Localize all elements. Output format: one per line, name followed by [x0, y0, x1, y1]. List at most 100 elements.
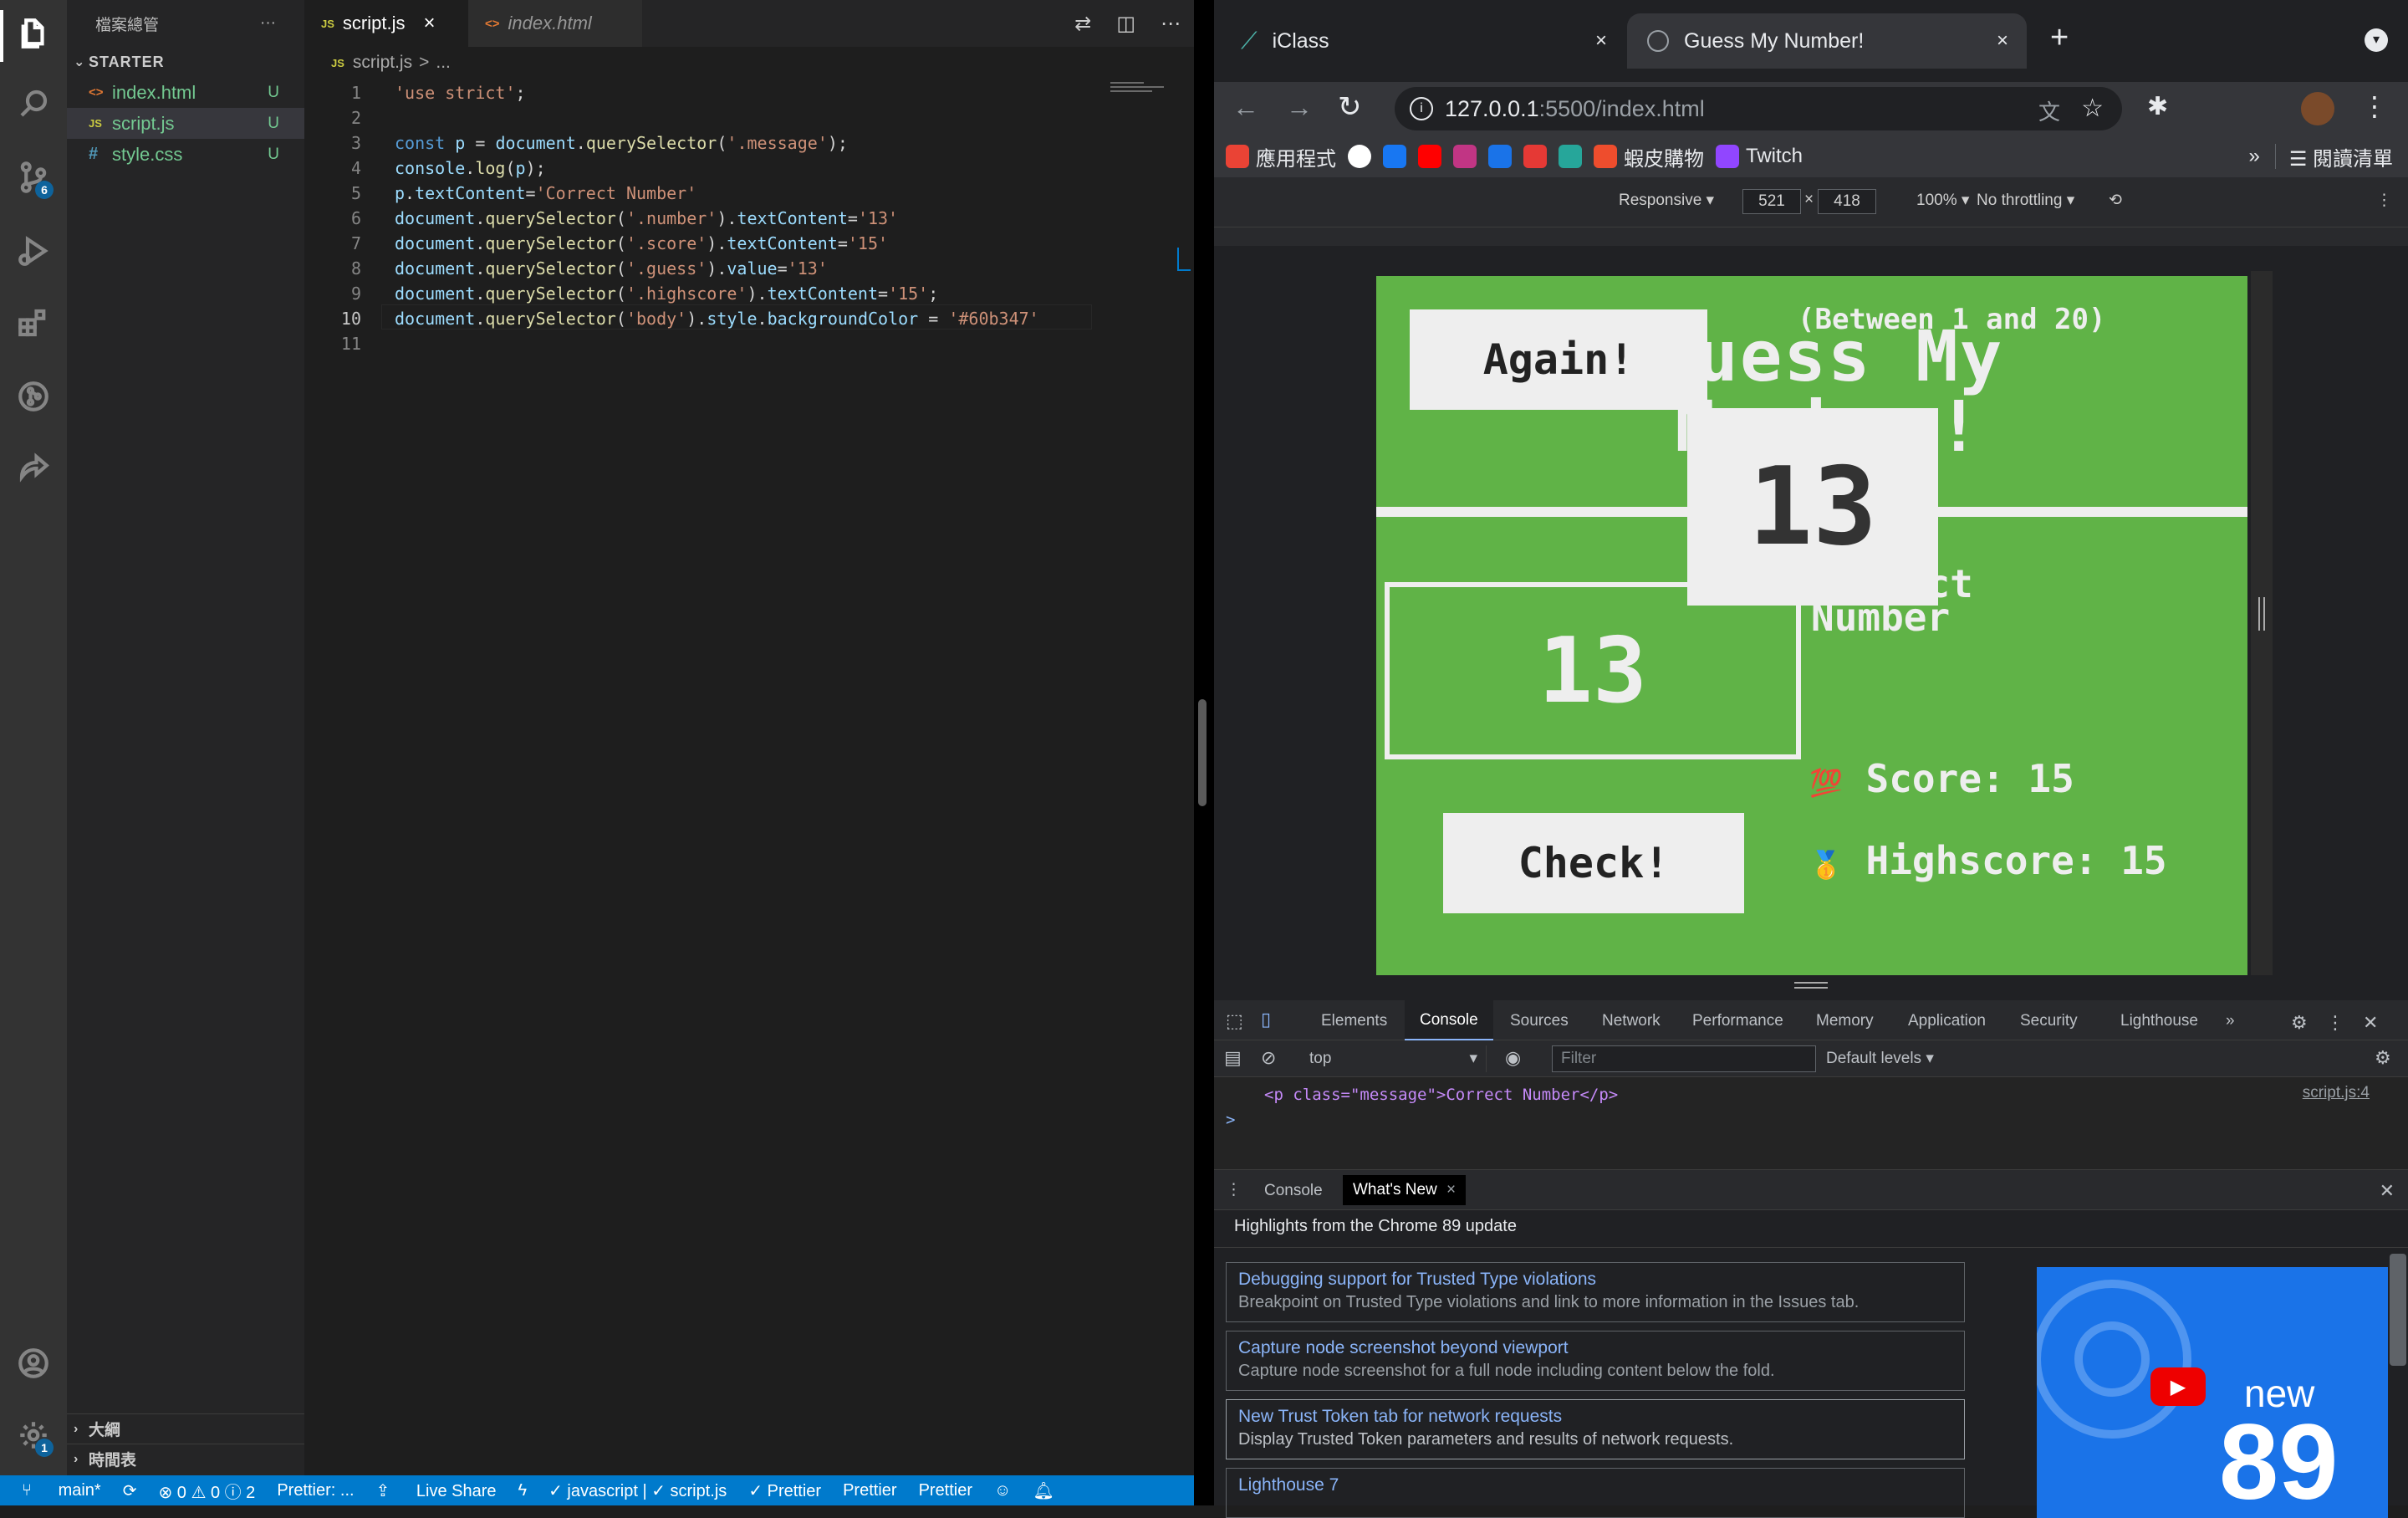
viewport-width-input[interactable]: 521 — [1742, 189, 1801, 214]
code-line[interactable]: console.log(p); — [395, 156, 546, 181]
file-style-css[interactable]: # style.css U — [67, 139, 304, 170]
breadcrumb-rest[interactable]: ... — [436, 53, 451, 73]
bookmark-item[interactable] — [1383, 145, 1406, 168]
branch-item[interactable]: ⑂ main* — [22, 1481, 101, 1500]
run-debug-icon[interactable] — [15, 233, 52, 269]
console-settings-gear-icon[interactable]: ⚙ — [2375, 1047, 2391, 1069]
address-bar[interactable]: i 127.0.0.1:5500/index.html 文 ☆ — [1395, 87, 2122, 130]
settings-gear-icon[interactable]: 1 — [15, 1417, 54, 1457]
git-graph-icon[interactable] — [15, 378, 52, 415]
compare-changes-icon[interactable]: ⇄ — [1074, 12, 1091, 36]
code-line[interactable]: document.querySelector('.highscore').tex… — [395, 281, 938, 306]
bookmark-item[interactable]: 蝦皮購物 — [1594, 142, 1704, 171]
drawer-close-icon[interactable]: ✕ — [2380, 1180, 2395, 1202]
log-levels-select[interactable]: Default levels ▾ — [1826, 1049, 1934, 1068]
chrome-89-promo-image[interactable]: ▶ new 89 — [2037, 1267, 2388, 1518]
devtools-menu-icon[interactable]: ⋮ — [2326, 1012, 2344, 1034]
bookmark-item[interactable] — [1348, 145, 1371, 168]
viewport-resize-handle-right[interactable] — [2251, 271, 2273, 975]
tab-elements[interactable]: Elements — [1321, 1012, 1387, 1030]
tab-security[interactable]: Security — [2020, 1012, 2078, 1030]
tab-script-js[interactable]: JS script.js × — [304, 0, 468, 47]
bookmark-item[interactable] — [1453, 145, 1477, 168]
tab-application[interactable]: Application — [1908, 1012, 1986, 1030]
extensions-puzzle-icon[interactable]: ✱ — [2147, 92, 2168, 121]
scrollbar-thumb[interactable] — [1198, 699, 1207, 806]
bookmark-item[interactable] — [1418, 145, 1441, 168]
browser-tab-iclass[interactable]: ⟋ iClass × — [1221, 13, 1625, 69]
bookmark-item[interactable]: 應用程式 — [1226, 142, 1336, 171]
extensions-icon[interactable] — [15, 304, 52, 341]
device-more-icon[interactable]: ⋮ — [2376, 191, 2392, 210]
tab-console[interactable]: Console — [1405, 1000, 1493, 1040]
zoom-select[interactable]: 100% ▾ — [1916, 191, 1969, 210]
bookmark-item[interactable] — [1488, 145, 1512, 168]
live-share-button[interactable]: ⇪ Live Share — [376, 1480, 497, 1501]
info-icon[interactable]: i — [1410, 97, 1433, 120]
bookmark-item[interactable] — [1523, 145, 1547, 168]
translate-icon[interactable]: 文 — [2038, 95, 2060, 126]
reload-icon[interactable]: ↻ — [1338, 90, 1362, 124]
split-editor-icon[interactable]: ◫ — [1116, 12, 1135, 36]
prettier-status-4[interactable]: Prettier — [919, 1481, 972, 1500]
browser-tab-guess[interactable]: Guess My Number! × — [1627, 13, 2027, 69]
bookmarks-more[interactable]: » — [2248, 145, 2259, 168]
eye-icon[interactable]: ◉ — [1505, 1047, 1521, 1069]
tab-memory[interactable]: Memory — [1816, 1012, 1874, 1030]
bookmark-item[interactable] — [1559, 145, 1582, 168]
sync-icon[interactable]: ⟳ — [123, 1480, 137, 1501]
throttling-select[interactable]: No throttling ▾ — [1977, 191, 2074, 210]
feedback-icon[interactable]: ☺ — [994, 1481, 1011, 1500]
again-button[interactable]: Again! — [1410, 309, 1707, 410]
prettier-status-3[interactable]: Prettier — [843, 1481, 896, 1500]
item-title[interactable]: Capture node screenshot beyond viewport — [1238, 1338, 1952, 1358]
console-prompt[interactable]: > — [1226, 1111, 1235, 1129]
whats-new-item[interactable]: New Trust Token tab for network requests… — [1226, 1399, 1965, 1459]
device-toggle-icon[interactable]: ▯ — [1261, 1009, 1271, 1030]
breadcrumb-file[interactable]: script.js — [353, 53, 412, 73]
prettier-status-1[interactable]: Prettier: ... — [277, 1481, 354, 1500]
item-title[interactable]: Lighthouse 7 — [1238, 1475, 1952, 1495]
bookmark-item[interactable]: Twitch — [1716, 145, 1803, 168]
tab-network[interactable]: Network — [1602, 1012, 1661, 1030]
outline-section[interactable]: › 大綱 — [67, 1413, 304, 1444]
sidebar-toggle-icon[interactable]: ▤ — [1224, 1047, 1242, 1069]
log-entry[interactable]: <p class="message">Correct Number</p> — [1264, 1086, 1618, 1104]
filter-input[interactable]: Filter — [1552, 1045, 1816, 1072]
log-source-link[interactable]: script.js:4 — [2303, 1084, 2370, 1102]
item-title[interactable]: New Trust Token tab for network requests — [1238, 1407, 1952, 1427]
devtools-close-icon[interactable]: ✕ — [2363, 1012, 2378, 1034]
whats-new-item[interactable]: Lighthouse 7 — [1226, 1468, 1965, 1518]
close-icon[interactable]: × — [1997, 29, 2008, 53]
explorer-more-button[interactable]: ··· — [260, 14, 276, 33]
chrome-menu-icon[interactable]: ⋮ — [2361, 90, 2388, 122]
tab-lighthouse[interactable]: Lighthouse — [2120, 1012, 2198, 1030]
back-arrow-icon[interactable]: ← — [1232, 92, 1259, 123]
devtools-settings-gear-icon[interactable]: ⚙ — [2291, 1012, 2308, 1034]
code-line[interactable]: document.querySelector('.guess').value='… — [395, 256, 828, 281]
code-line[interactable]: document.querySelector('body').style.bac… — [395, 306, 1039, 331]
check-button[interactable]: Check! — [1443, 813, 1744, 913]
avatar[interactable] — [2301, 92, 2334, 125]
more-actions-icon[interactable]: ⋯ — [1161, 12, 1181, 36]
devtools-more-tabs[interactable]: » — [2226, 1012, 2235, 1030]
forward-arrow-icon[interactable]: → — [1286, 92, 1313, 123]
whats-new-item[interactable]: Debugging support for Trusted Type viola… — [1226, 1262, 1965, 1322]
close-icon[interactable]: × — [1595, 29, 1607, 53]
code-line[interactable]: p.textContent='Correct Number' — [395, 181, 696, 206]
code-line[interactable]: 'use strict'; — [395, 80, 526, 105]
code-line[interactable]: document.querySelector('.score').textCon… — [395, 231, 888, 256]
bookmark-star-icon[interactable]: ☆ — [2081, 94, 2104, 123]
tab-performance[interactable]: Performance — [1692, 1012, 1783, 1030]
lightning-icon[interactable]: ϟ — [518, 1481, 528, 1500]
new-tab-button[interactable]: + — [2050, 20, 2069, 56]
device-mode-select[interactable]: Responsive ▾ — [1619, 191, 1714, 210]
whats-new-item[interactable]: Capture node screenshot beyond viewport C… — [1226, 1331, 1965, 1391]
item-title[interactable]: Debugging support for Trusted Type viola… — [1238, 1270, 1952, 1290]
tab-search-icon[interactable]: ▾ — [2365, 28, 2388, 52]
explorer-icon[interactable] — [15, 15, 52, 52]
context-select[interactable]: top ▾ — [1301, 1045, 1487, 1072]
inspect-element-icon[interactable]: ⬚ — [1226, 1010, 1243, 1032]
problems-item[interactable]: ⊗ 0 ⚠ 0 ⓘ 2 — [158, 1479, 255, 1503]
timeline-section[interactable]: › 時間表 — [67, 1444, 304, 1474]
